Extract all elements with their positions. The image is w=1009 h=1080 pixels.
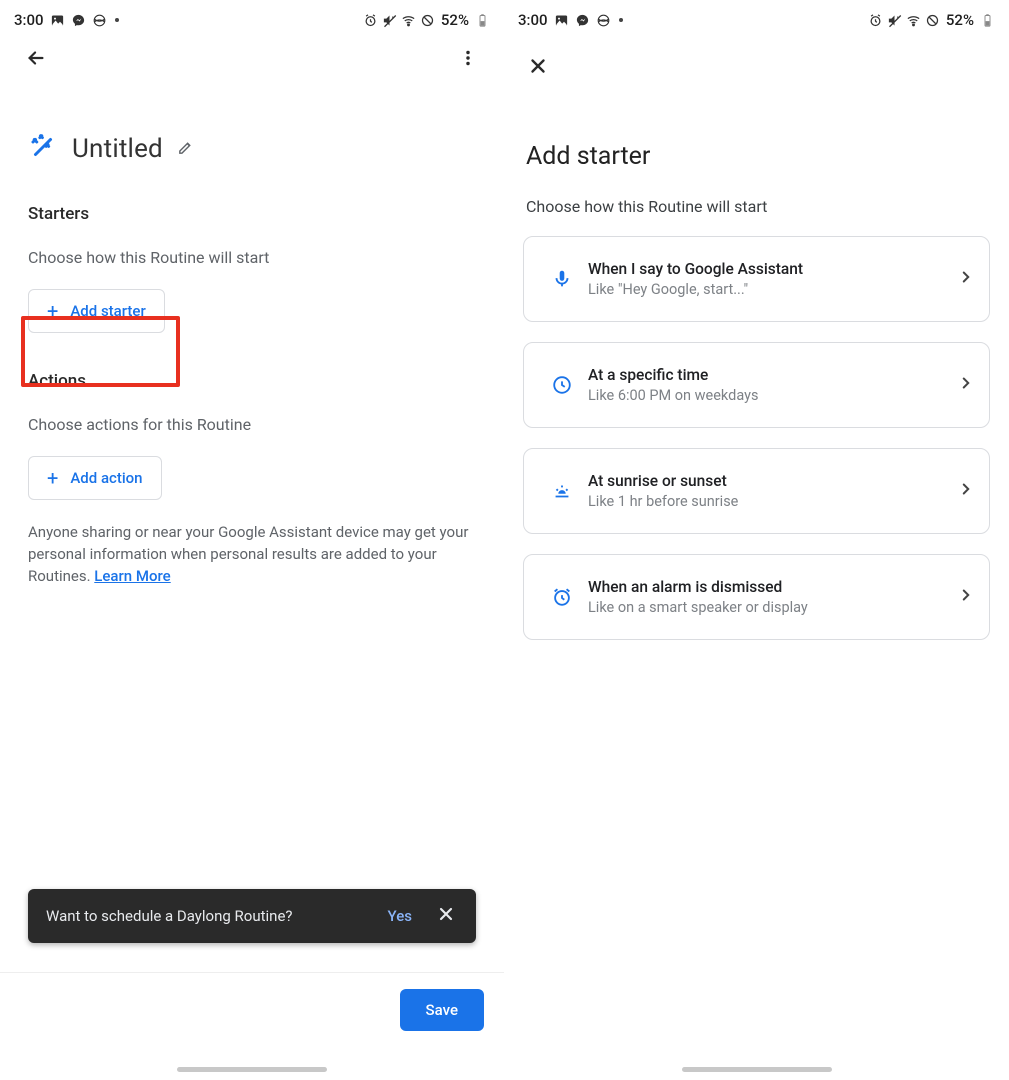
overflow-menu-button[interactable] <box>448 38 488 78</box>
add-starter-label: Add starter <box>70 302 145 320</box>
starters-section-label: Starters <box>0 176 504 224</box>
magic-wand-icon <box>28 132 58 166</box>
messenger-icon <box>71 13 86 28</box>
footer-bar: Save <box>0 972 504 1046</box>
chevron-right-icon <box>957 374 975 396</box>
snackbar-message: Want to schedule a Daylong Routine? <box>46 907 372 925</box>
starter-options-list: When I say to Google Assistant Like "Hey… <box>504 216 1009 640</box>
sunrise-icon <box>542 480 582 502</box>
notification-dot <box>115 18 119 22</box>
wifi-icon <box>906 13 921 28</box>
mute-icon <box>887 13 902 28</box>
status-bar: 3:00 52% <box>0 0 504 34</box>
battery-pct: 52% <box>946 11 974 29</box>
actions-hint: Choose actions for this Routine <box>0 391 504 434</box>
no-sim-icon <box>420 13 435 28</box>
option-title: When I say to Google Assistant <box>588 260 957 278</box>
mute-icon <box>382 13 397 28</box>
battery-icon <box>475 13 490 28</box>
app-bar <box>0 34 504 82</box>
starter-option-sun[interactable]: At sunrise or sunset Like 1 hr before su… <box>523 448 990 534</box>
daylong-routine-snackbar: Want to schedule a Daylong Routine? Yes <box>28 889 476 943</box>
clock-icon <box>542 374 582 396</box>
plus-icon: + <box>47 301 58 321</box>
option-subtitle: Like 6:00 PM on weekdays <box>588 387 957 404</box>
option-subtitle: Like on a smart speaker or display <box>588 599 957 616</box>
gesture-nav-bar[interactable] <box>682 1067 832 1072</box>
sports-icon <box>92 13 107 28</box>
starters-hint: Choose how this Routine will start <box>0 224 504 267</box>
messenger-icon <box>575 13 590 28</box>
add-action-label: Add action <box>70 469 142 487</box>
chevron-right-icon <box>957 480 975 502</box>
screen-routine-editor: 3:00 52% Untitled S <box>0 0 504 1080</box>
back-button[interactable] <box>16 38 56 78</box>
sports-icon <box>596 13 611 28</box>
save-button[interactable]: Save <box>400 989 484 1031</box>
page-title: Add starter <box>504 86 1009 171</box>
routine-title-row: Untitled <box>0 82 504 176</box>
plus-icon: + <box>47 468 58 488</box>
chevron-right-icon <box>957 268 975 290</box>
add-starter-button[interactable]: + Add starter <box>28 289 165 333</box>
add-action-button[interactable]: + Add action <box>28 456 162 500</box>
edit-title-icon[interactable] <box>177 139 194 160</box>
wifi-icon <box>401 13 416 28</box>
close-button[interactable] <box>518 46 558 86</box>
starter-option-voice[interactable]: When I say to Google Assistant Like "Hey… <box>523 236 990 322</box>
gesture-nav-bar[interactable] <box>177 1067 327 1072</box>
battery-pct: 52% <box>441 11 469 29</box>
snackbar-close-button[interactable] <box>428 896 464 936</box>
status-bar: 3:00 52% <box>504 0 1009 34</box>
notification-dot <box>619 18 623 22</box>
alarm-clock-icon <box>542 586 582 608</box>
option-title: When an alarm is dismissed <box>588 578 957 596</box>
option-subtitle: Like 1 hr before sunrise <box>588 493 957 510</box>
image-icon <box>554 13 569 28</box>
page-hint: Choose how this Routine will start <box>504 171 1009 216</box>
disclaimer-text: Anyone sharing or near your Google Assis… <box>0 500 504 587</box>
snackbar-yes-button[interactable]: Yes <box>372 907 428 925</box>
screen-add-starter: 3:00 52% Add starter Choose how this Rou… <box>504 0 1009 1080</box>
alarm-icon <box>363 13 378 28</box>
alarm-icon <box>868 13 883 28</box>
starter-option-alarm[interactable]: When an alarm is dismissed Like on a sma… <box>523 554 990 640</box>
routine-title[interactable]: Untitled <box>72 134 163 164</box>
status-time: 3:00 <box>518 11 548 29</box>
option-subtitle: Like "Hey Google, start..." <box>588 281 957 298</box>
image-icon <box>50 13 65 28</box>
battery-icon <box>980 13 995 28</box>
status-time: 3:00 <box>14 11 44 29</box>
learn-more-link[interactable]: Learn More <box>94 567 170 585</box>
option-title: At sunrise or sunset <box>588 472 957 490</box>
option-title: At a specific time <box>588 366 957 384</box>
no-sim-icon <box>925 13 940 28</box>
chevron-right-icon <box>957 586 975 608</box>
microphone-icon <box>542 268 582 290</box>
actions-section-label: Actions <box>0 333 504 391</box>
starter-option-time[interactable]: At a specific time Like 6:00 PM on weekd… <box>523 342 990 428</box>
